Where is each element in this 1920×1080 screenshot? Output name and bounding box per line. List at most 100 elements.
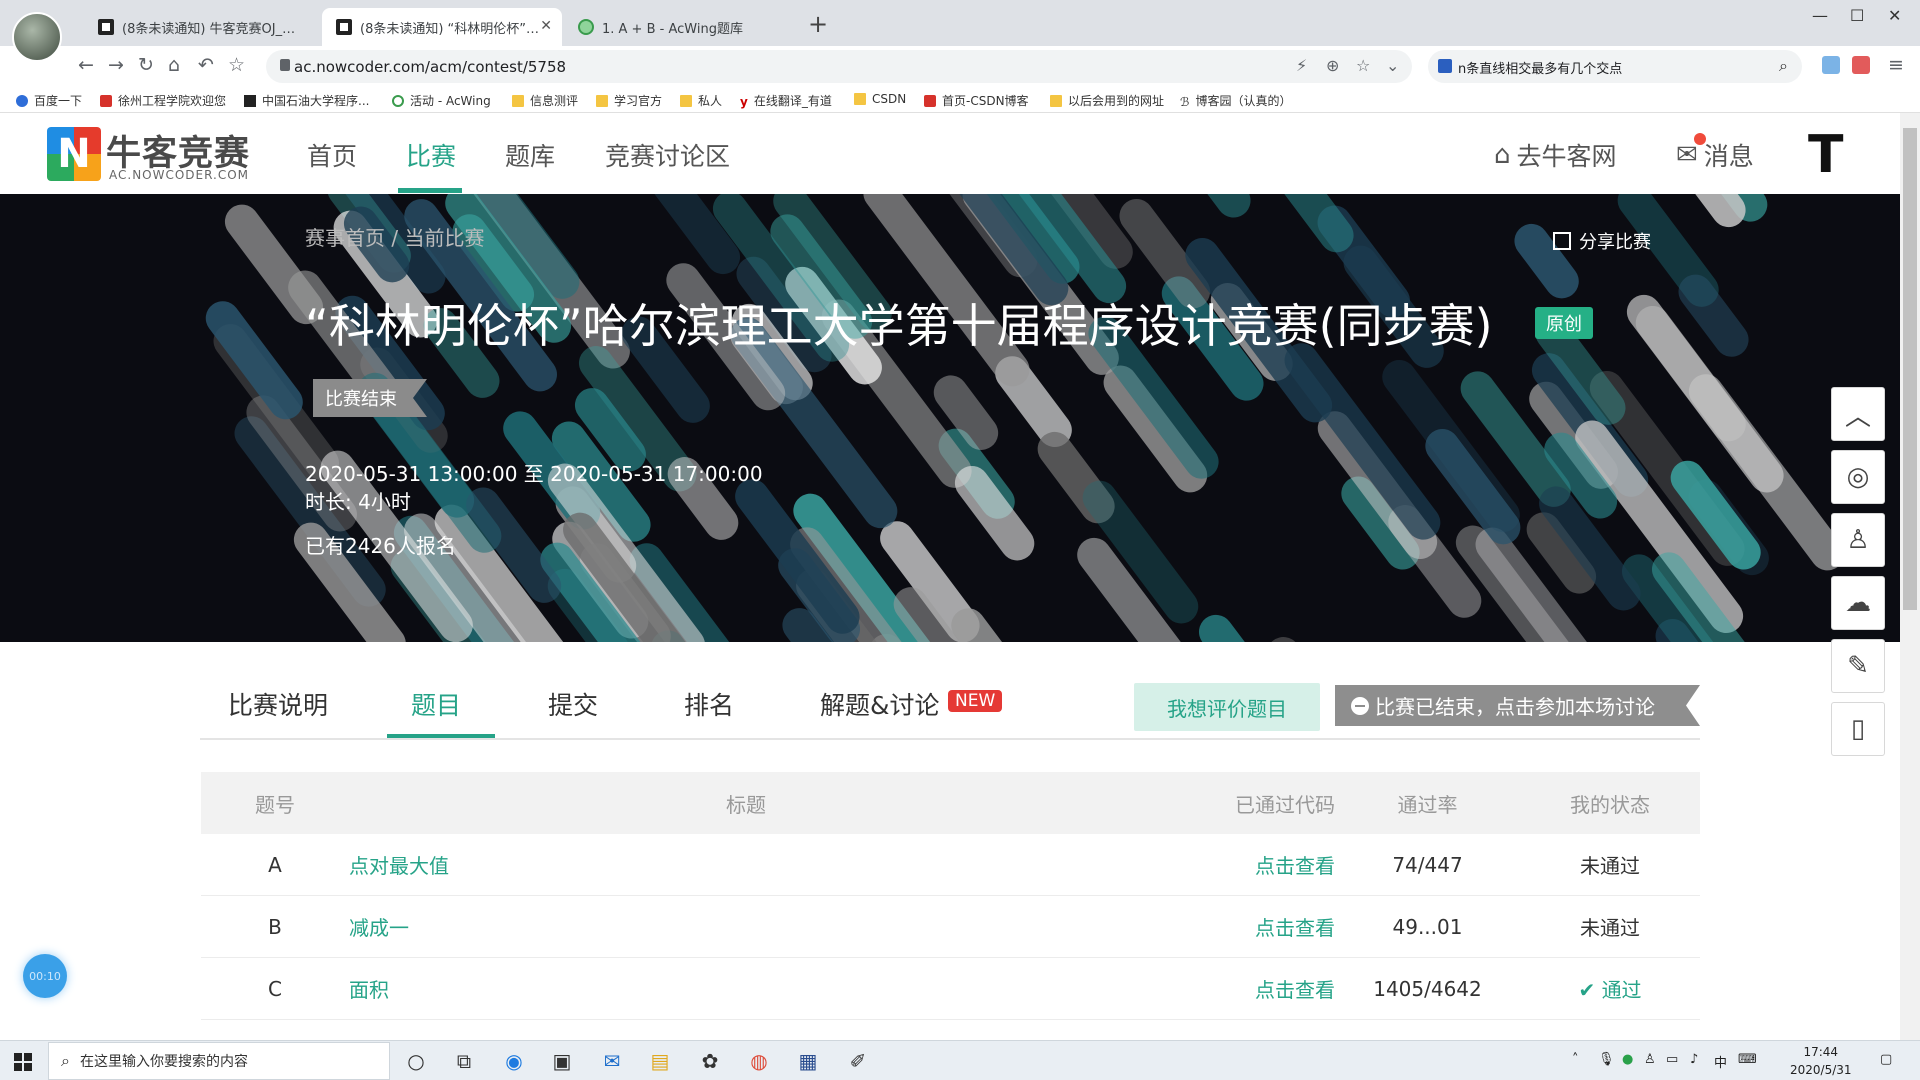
- problem-title-link[interactable]: 减成一: [349, 912, 905, 941]
- my-status: ✔ 通过: [1578, 978, 1642, 1002]
- url-text[interactable]: ac.nowcoder.com/acm/contest/5758: [294, 58, 566, 76]
- feedback-button[interactable]: ✎: [1831, 639, 1885, 693]
- tab-solutions[interactable]: 解题&讨论: [820, 686, 940, 722]
- back-icon[interactable]: ←: [78, 54, 94, 76]
- go-nowcoder-link[interactable]: ⌂ 去牛客网: [1494, 137, 1617, 173]
- paint-icon[interactable]: ✐: [844, 1047, 872, 1075]
- back-to-top-button[interactable]: ︿: [1831, 387, 1885, 441]
- mobile-button[interactable]: ▯: [1831, 702, 1885, 756]
- browser-tab-active[interactable]: (8条未读通知) “科林明伦杯”哈尔 ✕: [322, 8, 562, 46]
- system-clock[interactable]: 17:44 2020/5/31: [1790, 1043, 1852, 1079]
- browser-tab[interactable]: (8条未读通知) 牛客竞赛OJ_ACM/N: [84, 8, 314, 46]
- undo-icon[interactable]: ↶: [198, 54, 214, 76]
- notification-center-icon[interactable]: ▢: [1880, 1052, 1892, 1067]
- tab-problems[interactable]: 题目: [411, 686, 461, 722]
- extension-icon[interactable]: [1852, 56, 1870, 74]
- devcpp-icon[interactable]: ▦: [794, 1047, 822, 1075]
- nav-discussion[interactable]: 竞赛讨论区: [605, 137, 730, 173]
- lightning-icon[interactable]: ⚡: [1296, 56, 1307, 75]
- star-icon[interactable]: ☆: [228, 54, 245, 76]
- tray-chevron-up-icon[interactable]: ˄: [1572, 1052, 1579, 1067]
- zoom-icon[interactable]: ⊕: [1326, 56, 1339, 75]
- nowcoder-logo[interactable]: N: [47, 127, 101, 181]
- wechat-tray-icon[interactable]: ●: [1622, 1052, 1633, 1067]
- header-title: 标题: [726, 792, 766, 817]
- tab-submit[interactable]: 提交: [548, 686, 598, 722]
- bookmark-star-icon[interactable]: ☆: [1356, 56, 1370, 75]
- mail-icon[interactable]: ✉: [598, 1047, 626, 1075]
- profile-avatar[interactable]: [12, 12, 62, 62]
- user-avatar[interactable]: T: [1808, 129, 1843, 181]
- share-button[interactable]: 分享比赛: [1553, 228, 1651, 254]
- wechat-share-button[interactable]: ☁: [1831, 576, 1885, 630]
- volume-icon[interactable]: ♪: [1690, 1052, 1698, 1067]
- cortana-icon[interactable]: ○: [402, 1047, 430, 1075]
- minimize-icon[interactable]: —: [1812, 6, 1828, 25]
- nav-contests[interactable]: 比赛: [406, 137, 456, 173]
- evaluate-problems-button[interactable]: 我想评价题目: [1134, 683, 1320, 731]
- microphone-icon[interactable]: 🎙: [1598, 1052, 1615, 1067]
- breadcrumb[interactable]: 赛事首页 / 当前比赛: [305, 222, 484, 251]
- search-box[interactable]: n条直线相交最多有几个交点 ⌕: [1428, 50, 1802, 83]
- bookmark[interactable]: 中国石油大学程序...: [244, 92, 369, 109]
- join-discussion-button[interactable]: 比赛已结束，点击参加本场讨论: [1335, 685, 1700, 726]
- address-bar[interactable]: ac.nowcoder.com/acm/contest/5758 ⚡ ⊕ ☆ ⌄: [266, 50, 1412, 83]
- reload-icon[interactable]: ↻: [138, 54, 154, 76]
- nav-problems[interactable]: 题库: [505, 137, 555, 173]
- problem-id: A: [268, 852, 282, 877]
- forward-icon[interactable]: →: [108, 54, 124, 76]
- problem-title-link[interactable]: 面积: [349, 974, 905, 1003]
- task-view-icon[interactable]: ⧉: [450, 1047, 478, 1075]
- maximize-icon[interactable]: ☐: [1850, 6, 1864, 25]
- new-tab-icon[interactable]: +: [808, 10, 828, 38]
- windows-start-icon[interactable]: [14, 1053, 32, 1071]
- check-icon: ✔: [1578, 978, 1602, 1002]
- bookmark-folder[interactable]: 私人: [680, 92, 722, 109]
- bookmark[interactable]: 活动 - AcWing: [392, 92, 491, 109]
- banner-stripe: [1284, 194, 1354, 253]
- search-icon[interactable]: ⌕: [1779, 56, 1788, 76]
- recording-timer[interactable]: 00:10: [23, 954, 67, 998]
- view-code-link[interactable]: 点击查看: [905, 850, 1335, 879]
- weibo-share-button[interactable]: ◎: [1831, 450, 1885, 504]
- app-icon[interactable]: ✿: [696, 1047, 724, 1075]
- bookmark[interactable]: 徐州工程学院欢迎您: [100, 92, 226, 109]
- header-id: 题号: [255, 792, 295, 817]
- close-tab-icon[interactable]: ✕: [540, 18, 552, 34]
- bookmark[interactable]: 首页-CSDN博客: [924, 92, 1029, 109]
- nowcoder-favicon-icon: [336, 19, 352, 35]
- extension-icon[interactable]: [1822, 56, 1840, 74]
- scrollbar-thumb[interactable]: [1903, 128, 1917, 610]
- taskbar-search[interactable]: ⌕ 在这里输入你要搜索的内容: [48, 1042, 390, 1080]
- problem-title-link[interactable]: 点对最大值: [349, 850, 905, 879]
- qq-share-button[interactable]: ♙: [1831, 513, 1885, 567]
- bookmark-folder[interactable]: 信息测评: [512, 92, 578, 109]
- file-explorer-icon[interactable]: ▤: [646, 1047, 674, 1075]
- home-icon[interactable]: ⌂: [168, 54, 180, 76]
- tab-ranking[interactable]: 排名: [684, 686, 734, 722]
- chrome-icon[interactable]: ◍: [745, 1047, 773, 1075]
- battery-icon[interactable]: ▭: [1666, 1052, 1678, 1067]
- bookmark[interactable]: ℬ 博客园（认真的）: [1180, 92, 1291, 109]
- bookmark[interactable]: 百度一下: [16, 92, 82, 109]
- browser-tab[interactable]: 1. A + B - AcWing题库: [564, 8, 794, 46]
- nav-home[interactable]: 首页: [307, 137, 357, 173]
- store-icon[interactable]: ▣: [548, 1047, 576, 1075]
- bookmark-folder[interactable]: CSDN: [854, 92, 906, 106]
- bookmark-folder[interactable]: 以后会用到的网址: [1050, 92, 1164, 109]
- edge-icon[interactable]: ◉: [500, 1047, 528, 1075]
- keyboard-icon[interactable]: ⌨: [1738, 1052, 1757, 1067]
- bookmark[interactable]: y 在线翻译_有道: [740, 92, 832, 109]
- bookmark-folder[interactable]: 学习官方: [596, 92, 662, 109]
- tab-contest-info[interactable]: 比赛说明: [228, 686, 328, 722]
- close-window-icon[interactable]: ✕: [1888, 6, 1901, 25]
- ime-indicator[interactable]: 中: [1714, 1052, 1727, 1071]
- banner-stripe: [224, 204, 324, 325]
- chevron-down-icon[interactable]: ⌄: [1386, 56, 1399, 75]
- qq-tray-icon[interactable]: ♙: [1644, 1052, 1656, 1067]
- view-code-link[interactable]: 点击查看: [905, 912, 1335, 941]
- view-code-link[interactable]: 点击查看: [905, 974, 1335, 1003]
- menu-icon[interactable]: ≡: [1888, 54, 1904, 76]
- search-text[interactable]: n条直线相交最多有几个交点: [1458, 58, 1622, 77]
- messages-link[interactable]: ✉ 消息: [1676, 137, 1754, 173]
